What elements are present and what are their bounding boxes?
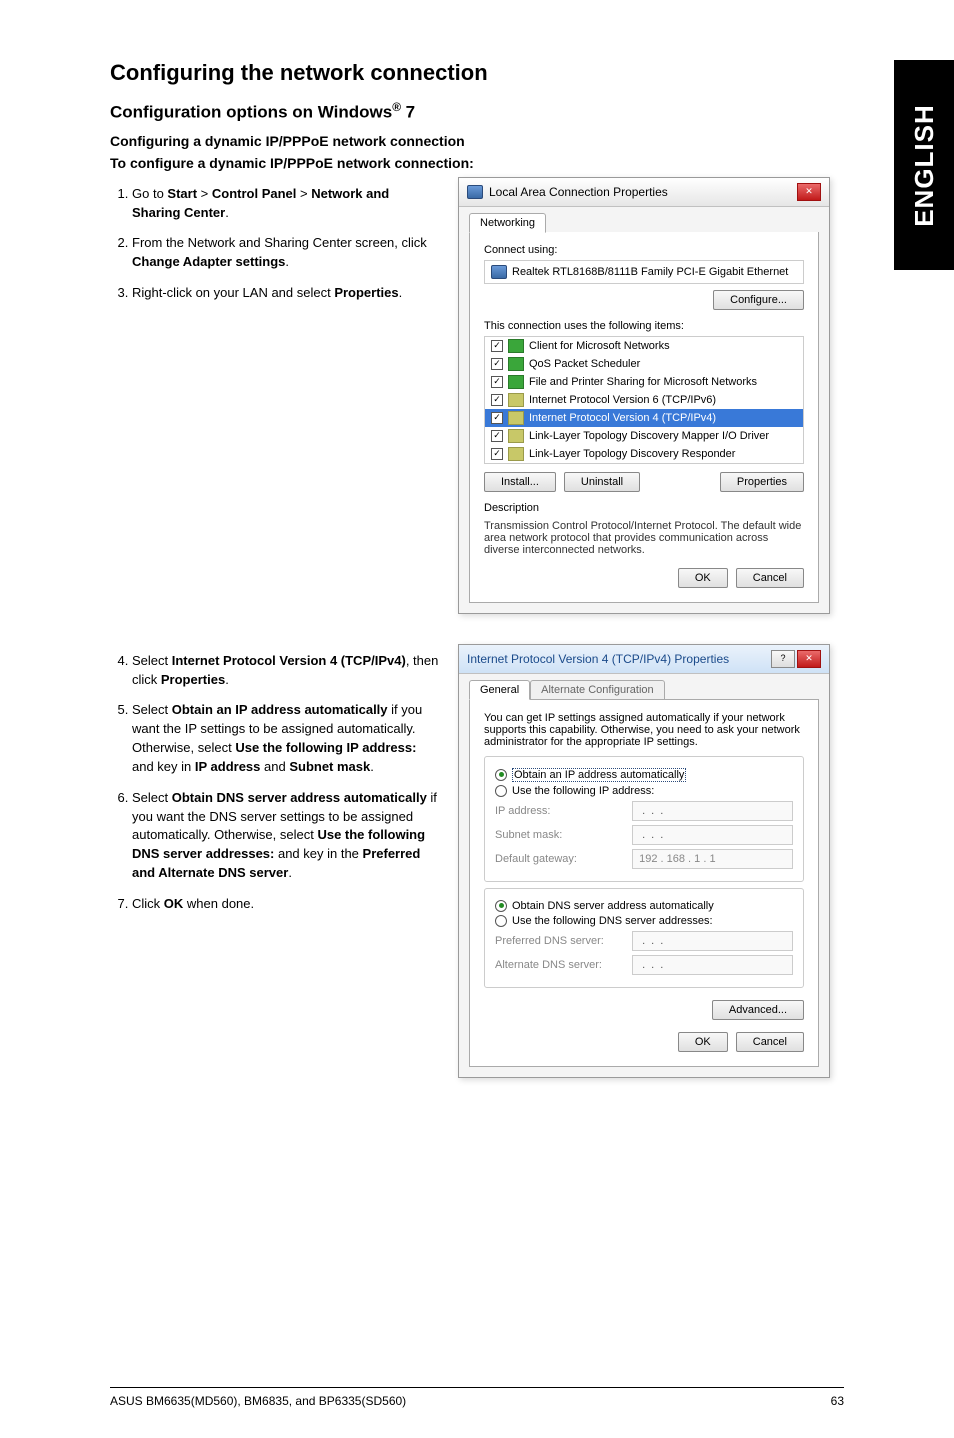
tab-general[interactable]: General — [469, 680, 530, 700]
subnet-mask-field: ... — [632, 825, 793, 845]
checkbox-icon[interactable] — [491, 340, 503, 352]
dialog2-title: Internet Protocol Version 4 (TCP/IPv4) P… — [467, 652, 729, 666]
fps-icon — [508, 375, 524, 389]
ok-button[interactable]: OK — [678, 1032, 728, 1052]
subnet-mask-label: Subnet mask: — [495, 829, 632, 841]
alternate-dns-field: ... — [632, 955, 793, 975]
checkbox-icon[interactable] — [491, 376, 503, 388]
connect-using-label: Connect using: — [484, 244, 804, 256]
ip-address-field: ... — [632, 801, 793, 821]
radio-icon — [495, 915, 507, 927]
step-5: Select Obtain an IP address automaticall… — [132, 701, 440, 776]
radio-obtain-dns-auto[interactable]: Obtain DNS server address automatically — [495, 900, 793, 912]
properties-button[interactable]: Properties — [720, 472, 804, 492]
to-configure-line: To configure a dynamic IP/PPPoE network … — [110, 155, 844, 171]
dialog1-title: Local Area Connection Properties — [489, 185, 668, 199]
qos-icon — [508, 357, 524, 371]
tab-networking[interactable]: Networking — [469, 213, 546, 233]
ipv4-properties-dialog: Internet Protocol Version 4 (TCP/IPv4) P… — [458, 644, 830, 1078]
cancel-button[interactable]: Cancel — [736, 568, 804, 588]
radio-icon — [495, 900, 507, 912]
ip-address-label: IP address: — [495, 805, 632, 817]
checkbox-icon[interactable] — [491, 430, 503, 442]
advanced-button[interactable]: Advanced... — [712, 1000, 804, 1020]
footer-page-number: 63 — [831, 1394, 844, 1408]
description-text: Transmission Control Protocol/Internet P… — [484, 520, 804, 556]
step-6: Select Obtain DNS server address automat… — [132, 789, 440, 883]
dialog1-title-bar: Local Area Connection Properties ✕ — [459, 178, 829, 207]
help-icon[interactable]: ? — [771, 650, 795, 668]
network-icon — [467, 185, 483, 199]
close-icon[interactable]: ✕ — [797, 183, 821, 201]
config-options-heading: Configuration options on Windows® 7 — [110, 100, 844, 123]
configuring-dynamic-heading: Configuring a dynamic IP/PPPoE network c… — [110, 133, 844, 149]
ipv4-icon — [508, 411, 524, 425]
cancel-button[interactable]: Cancel — [736, 1032, 804, 1052]
radio-icon — [495, 769, 507, 781]
configure-button[interactable]: Configure... — [713, 290, 804, 310]
checkbox-icon[interactable] — [491, 358, 503, 370]
default-gateway-field: 192 . 168 . 1 . 1 — [632, 849, 793, 869]
ok-button[interactable]: OK — [678, 568, 728, 588]
description-label: Description — [484, 502, 804, 514]
adapter-name: Realtek RTL8168B/8111B Family PCI-E Giga… — [512, 266, 788, 278]
page-footer: ASUS BM6635(MD560), BM6835, and BP6335(S… — [110, 1387, 844, 1408]
dialog2-title-bar: Internet Protocol Version 4 (TCP/IPv4) P… — [459, 645, 829, 674]
radio-obtain-ip-auto[interactable]: Obtain an IP address automatically — [495, 768, 793, 782]
uninstall-button[interactable]: Uninstall — [564, 472, 640, 492]
connection-items-list[interactable]: Client for Microsoft Networks QoS Packet… — [484, 336, 804, 464]
step-1: Go to Start > Control Panel > Network an… — [132, 185, 440, 223]
client-icon — [508, 339, 524, 353]
lltd-responder-icon — [508, 447, 524, 461]
step-2: From the Network and Sharing Center scre… — [132, 234, 440, 272]
radio-use-following-ip[interactable]: Use the following IP address: — [495, 785, 793, 797]
ipv6-icon — [508, 393, 524, 407]
preferred-dns-label: Preferred DNS server: — [495, 935, 632, 947]
install-button[interactable]: Install... — [484, 472, 556, 492]
checkbox-icon[interactable] — [491, 412, 503, 424]
tab-alternate-config[interactable]: Alternate Configuration — [530, 680, 665, 700]
uses-items-label: This connection uses the following items… — [484, 320, 804, 332]
default-gateway-label: Default gateway: — [495, 853, 632, 865]
lan-properties-dialog: Local Area Connection Properties ✕ Netwo… — [458, 177, 830, 614]
checkbox-icon[interactable] — [491, 448, 503, 460]
step-3: Right-click on your LAN and select Prope… — [132, 284, 440, 303]
step-4: Select Internet Protocol Version 4 (TCP/… — [132, 652, 440, 690]
step-7: Click OK when done. — [132, 895, 440, 914]
section-heading: Configuring the network connection — [110, 60, 844, 86]
lltd-mapper-icon — [508, 429, 524, 443]
checkbox-icon[interactable] — [491, 394, 503, 406]
preferred-dns-field: ... — [632, 931, 793, 951]
radio-icon — [495, 785, 507, 797]
adapter-field: Realtek RTL8168B/8111B Family PCI-E Giga… — [484, 260, 804, 284]
footer-left: ASUS BM6635(MD560), BM6835, and BP6335(S… — [110, 1394, 406, 1408]
radio-use-following-dns[interactable]: Use the following DNS server addresses: — [495, 915, 793, 927]
alternate-dns-label: Alternate DNS server: — [495, 959, 632, 971]
close-icon[interactable]: ✕ — [797, 650, 821, 668]
ipv4-intro-text: You can get IP settings assigned automat… — [484, 712, 804, 748]
adapter-icon — [491, 265, 507, 279]
